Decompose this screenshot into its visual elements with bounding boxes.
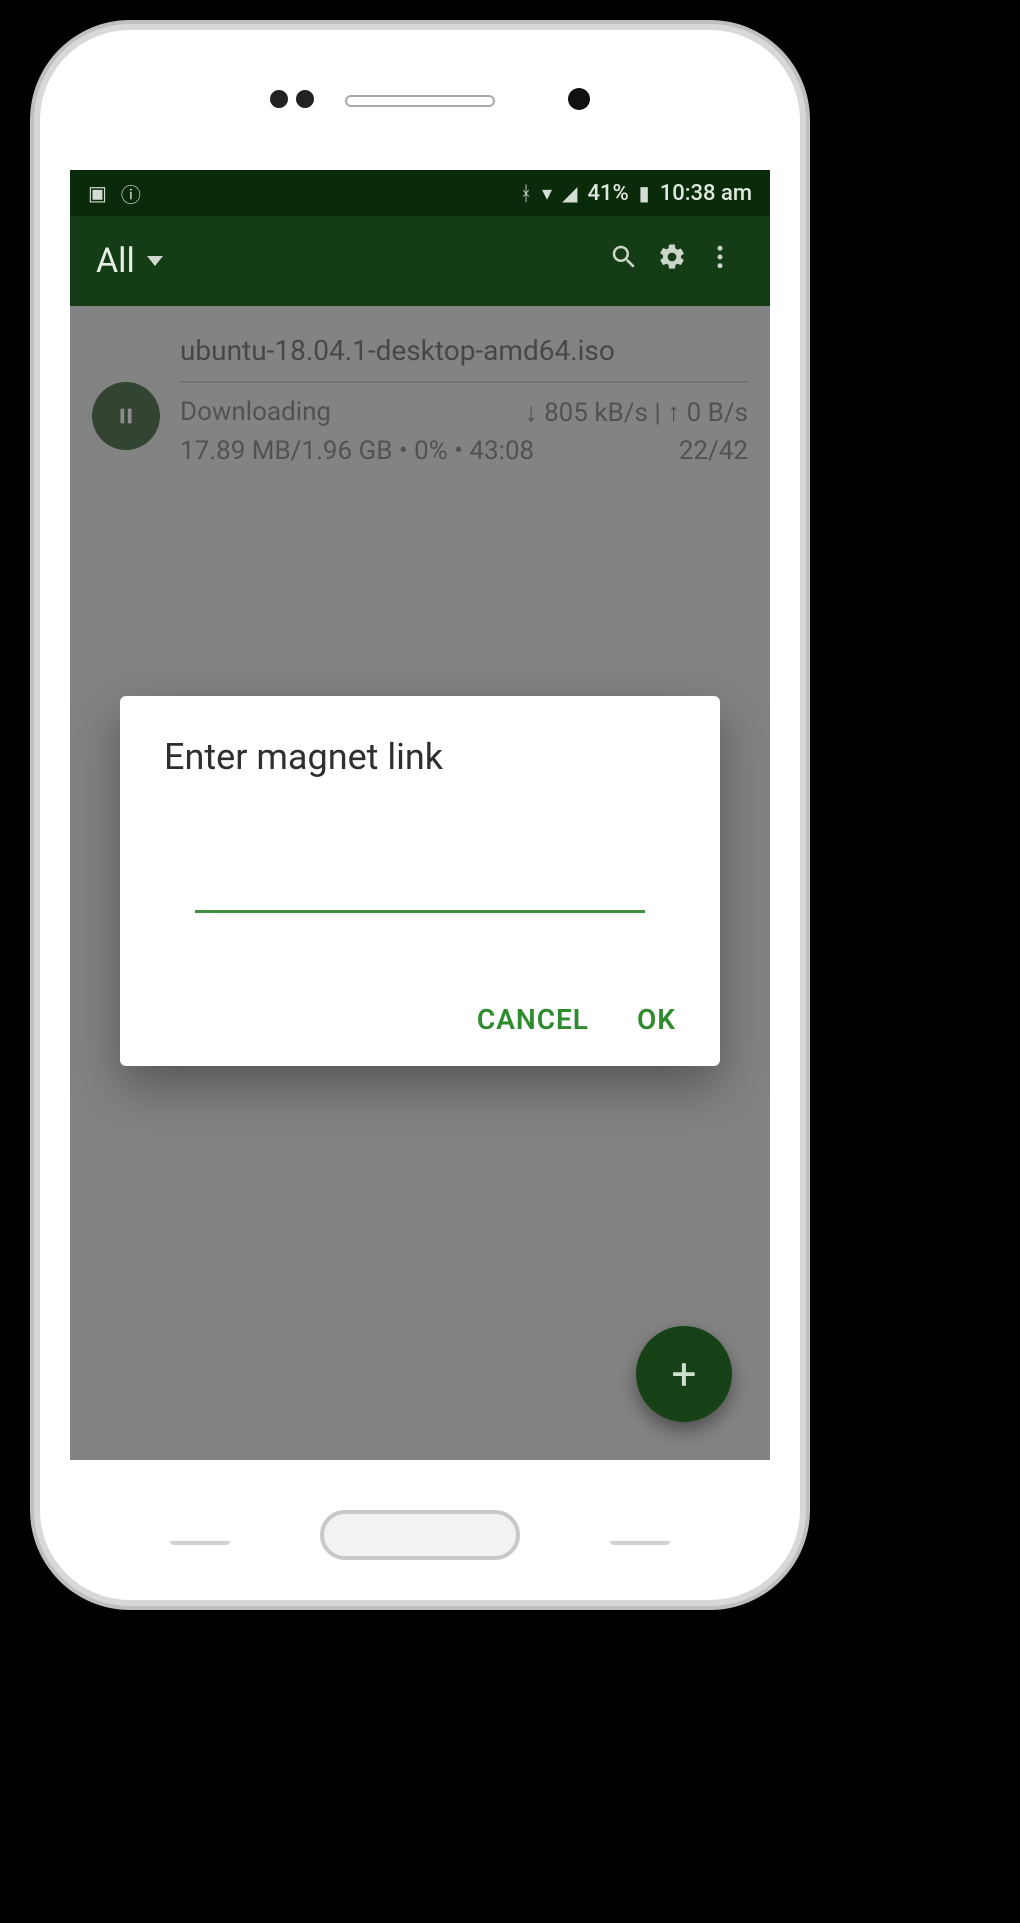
magnet-link-dialog: Enter magnet link CANCEL OK	[120, 696, 720, 1066]
content-area: ubuntu-18.04.1-desktop-amd64.iso Downloa…	[70, 306, 770, 1460]
device-screen: ▣ ⓘ ᚼ ▾ ◢ 41% ▮ 10:38 am All	[70, 170, 770, 1460]
phone-softkey-right	[610, 1525, 670, 1545]
filter-label: All	[96, 241, 135, 281]
cancel-button[interactable]: CANCEL	[477, 1003, 589, 1036]
magnet-link-input[interactable]	[195, 858, 646, 913]
search-icon	[609, 242, 639, 272]
phone-softkey-left	[170, 1525, 230, 1545]
filter-dropdown[interactable]: All	[96, 241, 163, 281]
wifi-icon: ▾	[542, 181, 552, 205]
app-bar: All	[70, 216, 770, 306]
status-time: 10:38 am	[660, 181, 752, 206]
dialog-title: Enter magnet link	[164, 736, 676, 778]
phone-sensor-dots	[270, 90, 314, 108]
more-vert-icon	[705, 242, 735, 272]
phone-frame: ▣ ⓘ ᚼ ▾ ◢ 41% ▮ 10:38 am All	[40, 30, 800, 1600]
gear-icon	[657, 242, 687, 272]
dialog-actions: CANCEL OK	[164, 1003, 676, 1036]
phone-speaker	[345, 95, 495, 107]
battery-text: 41%	[587, 181, 628, 206]
phone-front-camera	[568, 88, 590, 110]
plus-icon: +	[672, 1348, 697, 1400]
status-bar: ▣ ⓘ ᚼ ▾ ◢ 41% ▮ 10:38 am	[70, 170, 770, 216]
ok-button[interactable]: OK	[637, 1003, 676, 1036]
overflow-button[interactable]	[696, 242, 744, 280]
search-button[interactable]	[600, 242, 648, 280]
info-icon: ⓘ	[121, 179, 141, 208]
add-fab[interactable]: +	[636, 1326, 732, 1422]
cell-signal-icon: ◢	[562, 181, 577, 205]
battery-icon: ▮	[639, 181, 650, 205]
image-icon: ▣	[88, 181, 107, 205]
phone-home-button	[320, 1510, 520, 1560]
chevron-down-icon	[147, 256, 163, 266]
bluetooth-icon: ᚼ	[520, 181, 532, 205]
settings-button[interactable]	[648, 242, 696, 280]
